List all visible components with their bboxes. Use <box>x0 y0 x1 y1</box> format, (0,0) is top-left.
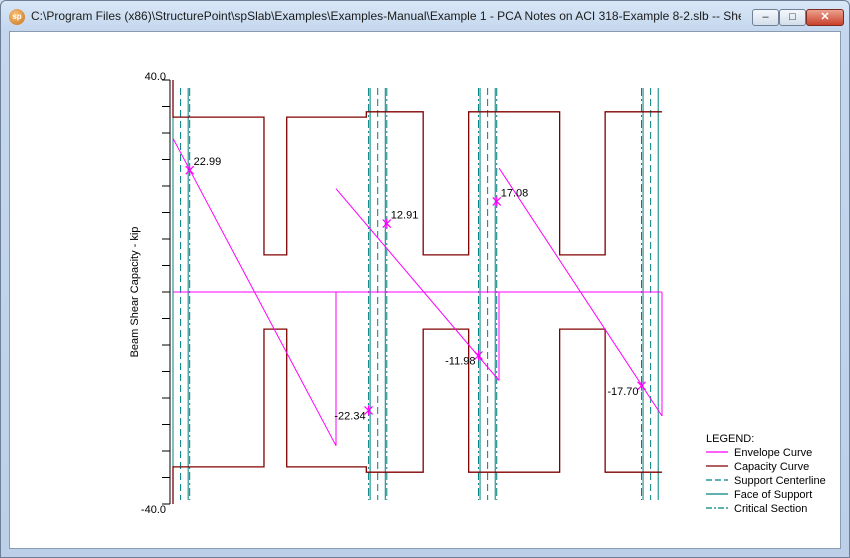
critical-point-marker <box>185 165 195 176</box>
data-label: -17.70 <box>607 386 638 398</box>
legend-entry-label: Support Centerline <box>734 475 826 487</box>
legend-title: LEGEND: <box>706 433 754 445</box>
data-label: 12.91 <box>391 210 419 222</box>
y-tick-label: -40.0 <box>141 504 166 516</box>
critical-point-marker <box>474 350 483 361</box>
critical-point-marker <box>637 380 646 391</box>
chart-area: 40.0 -40.0 Beam Shear Capacity - kip 22.99 -… <box>9 31 841 549</box>
minimize-icon: – <box>762 11 769 23</box>
minimize-button[interactable]: – <box>752 9 779 26</box>
y-axis-label: Beam Shear Capacity - kip <box>129 227 141 358</box>
critical-point-marker <box>492 196 502 207</box>
maximize-button[interactable]: □ <box>779 9 806 26</box>
close-icon: ✕ <box>820 11 830 23</box>
capacity-curve-bottom <box>172 328 662 504</box>
critical-point-marker <box>364 405 374 416</box>
data-label: -11.98 <box>445 355 475 367</box>
data-label: 17.08 <box>501 187 529 199</box>
app-window: sp C:\Program Files (x86)\StructurePoint… <box>0 0 850 558</box>
sp-logo-icon[interactable]: sp <box>9 9 25 25</box>
window-title: C:\Program Files (x86)\StructurePoint\sp… <box>31 9 741 23</box>
data-label: 22.99 <box>194 156 222 168</box>
legend-entry-label: Capacity Curve <box>734 461 809 473</box>
data-label: -22.34 <box>334 410 365 422</box>
legend-entry-label: Face of Support <box>734 489 812 501</box>
maximize-icon: □ <box>789 11 796 23</box>
title-bar[interactable]: sp C:\Program Files (x86)\StructurePoint… <box>1 1 849 31</box>
capacity-curve-top <box>172 80 662 256</box>
shear-diagram-chart: 40.0 -40.0 Beam Shear Capacity - kip 22.99 -… <box>129 71 826 516</box>
legend-entry-label: Critical Section <box>734 503 807 515</box>
close-button[interactable]: ✕ <box>806 9 844 26</box>
legend-entry-label: Envelope Curve <box>734 447 812 459</box>
y-tick-label: 40.0 <box>145 71 166 83</box>
critical-point-marker <box>382 218 392 229</box>
